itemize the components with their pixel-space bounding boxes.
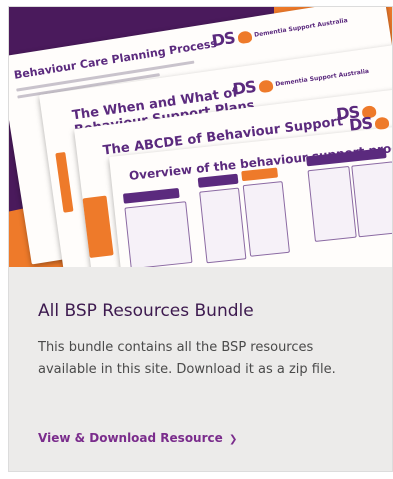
brand-logo: DSDementia Support Australia bbox=[210, 17, 349, 51]
flow-box bbox=[351, 161, 392, 238]
flow-box bbox=[199, 187, 247, 264]
flow-box bbox=[124, 201, 193, 267]
view-download-link[interactable]: View & Download Resource ❯ bbox=[38, 431, 237, 445]
orange-bar bbox=[55, 151, 74, 213]
flow-box bbox=[122, 187, 180, 204]
flow-box bbox=[242, 181, 290, 257]
flow-box bbox=[197, 173, 239, 188]
card-body: All BSP Resources Bundle This bundle con… bbox=[9, 267, 392, 471]
chevron-right-icon: ❯ bbox=[228, 434, 238, 445]
resource-card[interactable]: Behaviour Care Planning Process DSDement… bbox=[8, 6, 393, 472]
brand-logo: DSDementia Support Australia bbox=[231, 67, 370, 99]
card-title[interactable]: All BSP Resources Bundle bbox=[38, 301, 254, 321]
flow-box bbox=[307, 165, 357, 242]
resource-thumbnail[interactable]: Behaviour Care Planning Process DSDement… bbox=[9, 7, 392, 267]
link-label: View & Download Resource bbox=[38, 431, 223, 445]
card-description: This bundle contains all the BSP resourc… bbox=[38, 340, 336, 377]
brand-logo: DS bbox=[348, 111, 392, 135]
